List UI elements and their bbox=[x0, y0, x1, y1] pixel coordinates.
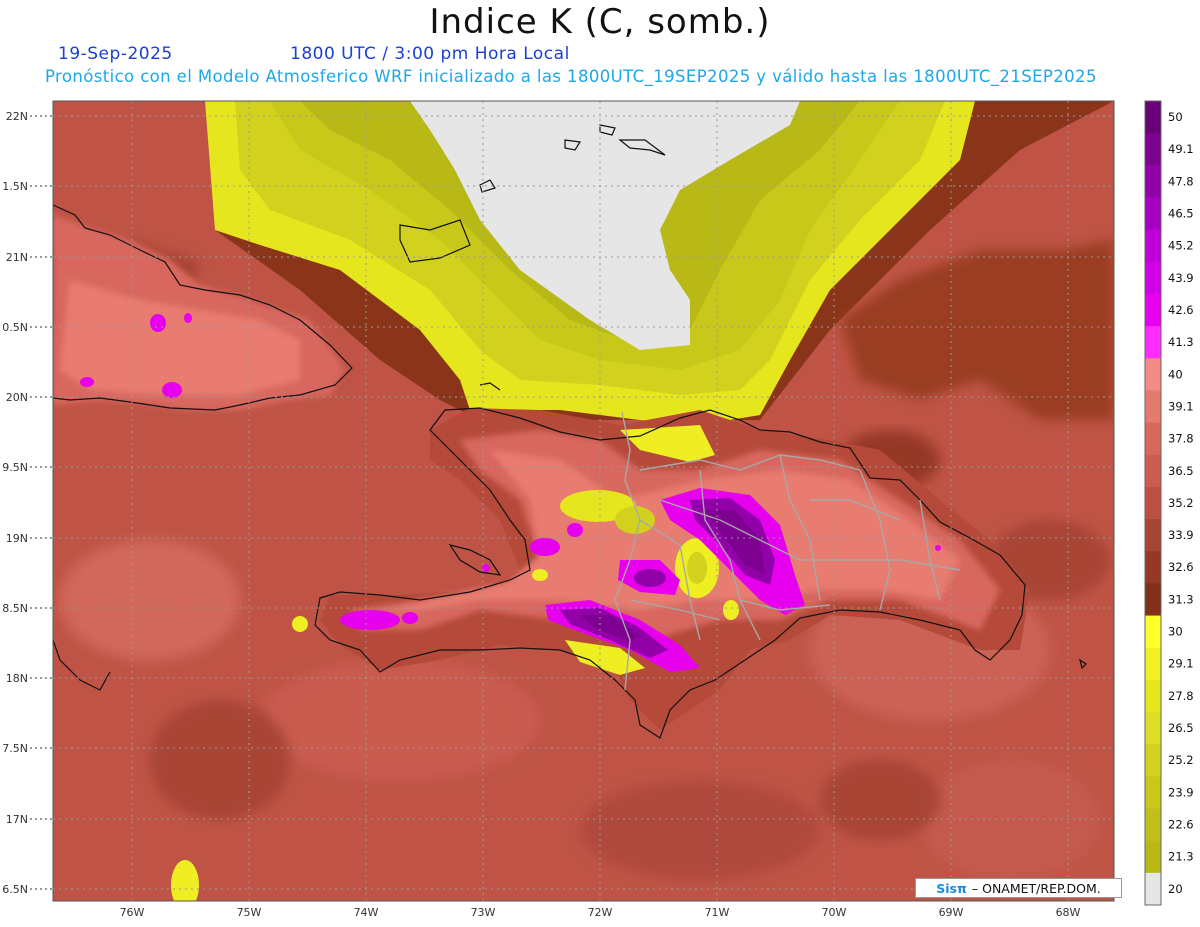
colorbar-label: 31.3 bbox=[1168, 592, 1194, 606]
colorbar-label: 45.2 bbox=[1168, 239, 1194, 253]
colorbar-label: 27.8 bbox=[1168, 689, 1194, 703]
lat-tick-marks bbox=[30, 115, 53, 890]
colorbar-swatch bbox=[1145, 808, 1161, 842]
colorbar-swatch bbox=[1145, 679, 1161, 713]
colorbar-label: 30 bbox=[1168, 625, 1183, 639]
colorbar-label: 29.1 bbox=[1168, 657, 1194, 671]
colorbar-swatch bbox=[1145, 229, 1161, 263]
colorbar-swatch bbox=[1145, 615, 1161, 649]
lon-tick: 70W bbox=[822, 906, 847, 919]
longitude-axis: 76W 75W 74W 73W 72W 71W 70W 69W 68W bbox=[120, 906, 1081, 919]
colorbar-label: 42.6 bbox=[1168, 303, 1194, 317]
colorbar-swatch bbox=[1145, 390, 1161, 424]
lat-tick: 20N bbox=[6, 391, 28, 404]
colorbar-swatch bbox=[1145, 326, 1161, 359]
lon-tick: 71W bbox=[705, 906, 730, 919]
colorbar-label: 22.6 bbox=[1168, 818, 1194, 832]
colorbar-swatch bbox=[1145, 647, 1161, 681]
colorbar-swatch bbox=[1145, 261, 1161, 295]
colorbar-label: 37.8 bbox=[1168, 432, 1194, 446]
colorbar-label: 23.9 bbox=[1168, 785, 1194, 799]
colorbar-label: 50 bbox=[1168, 110, 1183, 124]
colorbar-label: 47.8 bbox=[1168, 174, 1194, 188]
lat-tick: 1.5N bbox=[2, 180, 28, 193]
colorbar-swatch bbox=[1145, 293, 1161, 327]
colorbar-label: 33.9 bbox=[1168, 528, 1194, 542]
lon-tick: 68W bbox=[1056, 906, 1081, 919]
colorbar-label: 25.2 bbox=[1168, 753, 1194, 767]
credit-box: Sisπ – ONAMET/REP.DOM. bbox=[915, 878, 1122, 898]
colorbar-swatch bbox=[1145, 197, 1161, 231]
colorbar-label: 35.2 bbox=[1168, 496, 1194, 510]
lon-tick: 74W bbox=[354, 906, 379, 919]
colorbar-label: 43.9 bbox=[1168, 271, 1194, 285]
lon-tick: 73W bbox=[471, 906, 496, 919]
colorbar-swatch bbox=[1145, 454, 1161, 488]
k-index-field bbox=[53, 101, 1114, 901]
colorbar-swatch bbox=[1145, 551, 1161, 584]
lat-tick: 0.5N bbox=[2, 321, 28, 334]
colorbar-swatch bbox=[1145, 744, 1161, 777]
colorbar-label: 40 bbox=[1168, 367, 1183, 381]
lat-tick: 22N bbox=[6, 110, 28, 123]
lat-tick: 9.5N bbox=[2, 461, 28, 474]
colorbar-swatch bbox=[1145, 712, 1161, 745]
colorbar: 50 49.1 47.8 46.5 45.2 43.9 42.6 41.3 40 39.1 37.8… bbox=[1144, 100, 1194, 906]
colorbar-label: 26.5 bbox=[1168, 721, 1194, 735]
colorbar-swatch bbox=[1145, 872, 1161, 906]
colorbar-swatch bbox=[1145, 422, 1161, 456]
colorbar-swatch bbox=[1145, 101, 1161, 134]
credit-text: ONAMET/REP.DOM. bbox=[982, 880, 1101, 896]
latitude-axis: 22N 1.5N 21N 0.5N 20N 9.5N 19N 8.5N 18N … bbox=[2, 110, 28, 896]
colorbar-label: 21.3 bbox=[1168, 850, 1194, 864]
colorbar-label: 32.6 bbox=[1168, 560, 1194, 574]
colorbar-label: 36.5 bbox=[1168, 464, 1194, 478]
sispi-logo: Sisπ bbox=[936, 880, 967, 896]
colorbar-label: 20 bbox=[1168, 882, 1183, 896]
colorbar-label: 41.3 bbox=[1168, 335, 1194, 349]
lat-tick: 17N bbox=[6, 813, 28, 826]
lat-tick: 21N bbox=[6, 251, 28, 264]
lon-tick: 76W bbox=[120, 906, 145, 919]
colorbar-label: 49.1 bbox=[1168, 142, 1194, 156]
lat-tick: 7.5N bbox=[2, 742, 28, 755]
lon-tick: 75W bbox=[237, 906, 262, 919]
lat-tick: 18N bbox=[6, 672, 28, 685]
colorbar-swatch bbox=[1145, 519, 1161, 552]
colorbar-swatch bbox=[1145, 165, 1161, 198]
lat-tick: 6.5N bbox=[2, 883, 28, 896]
colorbar-label: 39.1 bbox=[1168, 399, 1194, 413]
lon-tick: 69W bbox=[939, 906, 964, 919]
colorbar-swatch bbox=[1145, 486, 1161, 520]
credit-dash: – bbox=[971, 880, 983, 896]
colorbar-swatch bbox=[1145, 133, 1161, 166]
lat-tick: 19N bbox=[6, 532, 28, 545]
colorbar-label: 46.5 bbox=[1168, 206, 1194, 220]
colorbar-swatch bbox=[1145, 776, 1161, 810]
lon-tick: 72W bbox=[588, 906, 613, 919]
colorbar-swatch bbox=[1145, 840, 1161, 874]
colorbar-swatch bbox=[1145, 583, 1161, 617]
map-canvas: 22N 1.5N 21N 0.5N 20N 9.5N 19N 8.5N 18N … bbox=[2, 100, 1194, 919]
colorbar-swatch bbox=[1145, 358, 1161, 391]
lat-tick: 8.5N bbox=[2, 602, 28, 615]
